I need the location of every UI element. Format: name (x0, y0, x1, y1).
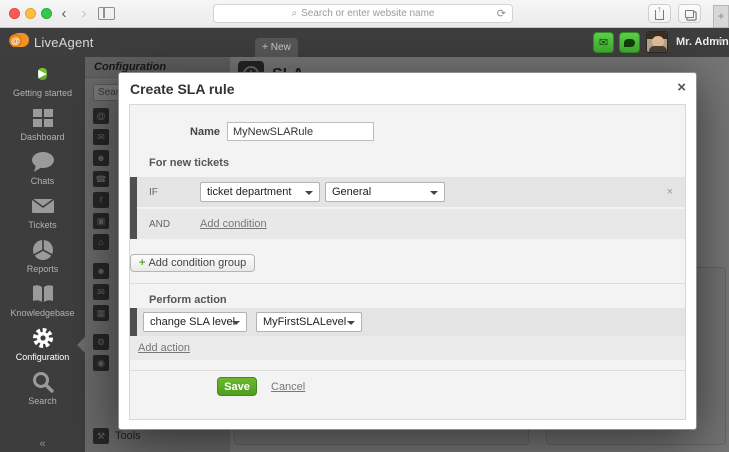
action-group-bar (130, 308, 137, 336)
action-row: change SLA level MyFirstSLALevel (137, 308, 685, 336)
sidebar-item-label: Tickets (0, 220, 85, 230)
search-icon: ⌕ (291, 8, 297, 19)
sidebar-item-tickets[interactable]: Tickets (0, 192, 85, 234)
back-button[interactable]: ‹ (56, 3, 72, 24)
minimize-window-button[interactable] (25, 8, 36, 19)
user-avatar[interactable] (646, 31, 668, 53)
avatar-body (649, 46, 667, 53)
close-window-button[interactable] (9, 8, 20, 19)
action-value-dropdown[interactable]: MyFirstSLALevel (256, 312, 362, 332)
browser-chrome: ‹ › ⌕ Search or enter website name ⟳ + (0, 0, 729, 28)
brand-name[interactable]: LiveAgent (34, 35, 94, 50)
name-label: Name (130, 126, 220, 138)
sidebar-item-label: Knowledgebase (0, 308, 85, 318)
share-button[interactable] (648, 4, 671, 23)
and-label: AND (149, 219, 170, 230)
sidebar-toggle-icon[interactable] (98, 7, 115, 20)
sidebar-item-label: Chats (0, 176, 85, 186)
sidebar-item-label: Configuration (0, 352, 85, 362)
chat-bubble-icon (30, 150, 56, 174)
active-item-notch (77, 337, 85, 353)
remove-condition-icon[interactable]: × (667, 186, 673, 198)
reload-icon[interactable]: ⟳ (497, 7, 506, 20)
forward-button[interactable]: › (76, 3, 92, 24)
rule-name-input[interactable] (227, 122, 374, 141)
cancel-link[interactable]: Cancel (271, 381, 305, 393)
sidebar-item-getting-started[interactable]: ▶ Getting started (0, 60, 85, 102)
plus-icon: + (139, 257, 145, 269)
action-section-header: Perform action (149, 294, 227, 306)
plus-icon: + (262, 42, 268, 53)
new-tab-label: New (271, 42, 291, 53)
app-header: @ LiveAgent + New ✉ Mr. Admin (0, 28, 729, 57)
modal-title: Create SLA rule (130, 81, 235, 97)
modal-body: Name For new tickets IF ticket departmen… (129, 104, 686, 420)
book-icon (30, 282, 56, 306)
sidebar-item-label: Search (0, 396, 85, 406)
new-ticket-tab[interactable]: + New (255, 38, 298, 57)
condition-group-bar (130, 177, 137, 239)
sidebar-item-reports[interactable]: Reports (0, 236, 85, 278)
magnifier-icon (30, 370, 56, 394)
mail-icon: ✉ (599, 37, 608, 49)
sidebar-item-label: Getting started (0, 88, 85, 98)
condition-row-if: IF ticket department General × (137, 177, 685, 207)
add-action-row: Add action (130, 336, 685, 360)
add-condition-group-button[interactable]: +Add condition group (130, 254, 255, 272)
liveagent-logo-icon: @ (9, 33, 29, 51)
conditions-section-header: For new tickets (149, 157, 229, 169)
condition-field-dropdown[interactable]: ticket department (200, 182, 320, 202)
section-divider (130, 283, 685, 284)
collapse-sidebar-button[interactable]: « (0, 438, 85, 450)
sidebar-item-label: Reports (0, 264, 85, 274)
mail-notifications-button[interactable]: ✉ (593, 32, 614, 53)
condition-row-and: AND Add condition (137, 209, 685, 239)
new-tab-tile[interactable]: + (713, 5, 729, 28)
sidebar-item-dashboard[interactable]: Dashboard (0, 104, 85, 146)
chevron-down-icon[interactable] (716, 39, 724, 43)
logo-at-icon: @ (9, 34, 22, 47)
chat-icon (624, 39, 635, 47)
sidebar-item-knowledgebase[interactable]: Knowledgebase (0, 280, 85, 322)
add-condition-group-label: Add condition group (148, 257, 246, 269)
sidebar-item-chats[interactable]: Chats (0, 148, 85, 190)
tabs-button[interactable] (678, 4, 701, 23)
zoom-window-button[interactable] (41, 8, 52, 19)
footer-divider (130, 370, 685, 371)
action-field-dropdown[interactable]: change SLA level (143, 312, 247, 332)
add-action-link[interactable]: Add action (138, 342, 190, 354)
add-condition-link[interactable]: Add condition (200, 218, 267, 230)
play-icon: ▶ (38, 68, 46, 80)
chat-notifications-button[interactable] (619, 32, 640, 53)
close-icon[interactable]: × (677, 80, 686, 95)
save-button[interactable]: Save (217, 377, 257, 396)
main-sidebar: ▶ Getting started Dashboard Chats Ticket… (0, 57, 85, 452)
share-icon (655, 10, 664, 20)
sidebar-item-label: Dashboard (0, 132, 85, 142)
envelope-icon (30, 194, 56, 218)
create-sla-rule-modal: Create SLA rule × Name For new tickets I… (118, 72, 697, 430)
sidebar-item-configuration[interactable]: Configuration (0, 324, 85, 366)
gear-icon (30, 326, 56, 350)
condition-value-dropdown[interactable]: General (325, 182, 445, 202)
pie-chart-icon (30, 238, 56, 262)
address-bar[interactable]: ⌕ Search or enter website name ⟳ (213, 4, 513, 23)
sidebar-item-search[interactable]: Search (0, 368, 85, 410)
address-placeholder: Search or enter website name (301, 8, 434, 19)
if-label: IF (149, 187, 158, 198)
dashboard-icon (30, 106, 56, 130)
tabs-icon (685, 10, 694, 18)
